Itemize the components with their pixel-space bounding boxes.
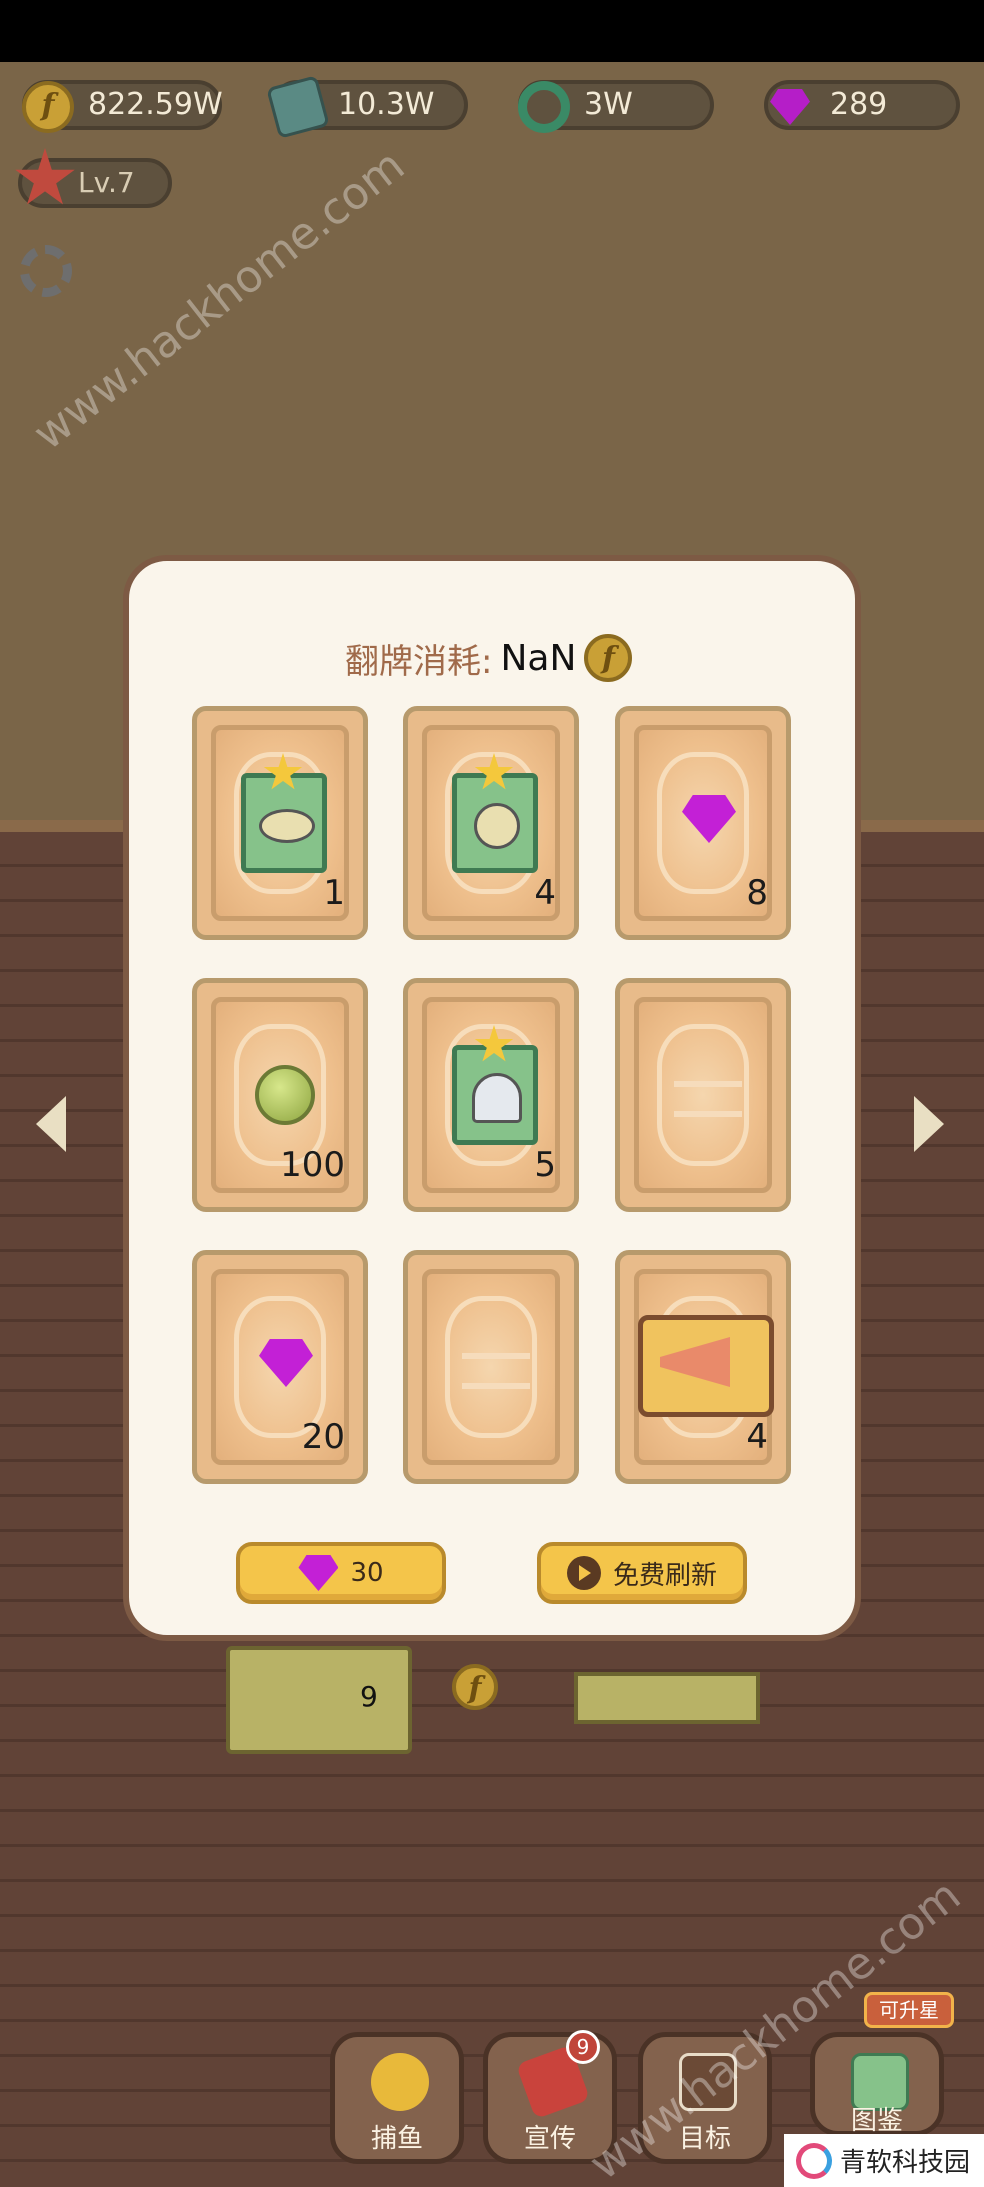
logo-icon <box>796 2142 832 2179</box>
pufferfish-icon <box>474 803 520 849</box>
card-3[interactable]: 8 <box>615 706 791 940</box>
card-count: 4 <box>534 873 556 913</box>
card-back-emblem-icon <box>462 1353 530 1389</box>
card-back-emblem-icon <box>674 1081 742 1117</box>
card-1[interactable]: 1 <box>192 706 368 940</box>
rings-counter[interactable]: 3W <box>518 80 714 133</box>
gem-refresh-button[interactable]: 30 <box>236 1542 446 1604</box>
gem-icon <box>298 1555 339 1591</box>
logo-text: 青软科技园 <box>840 2148 971 2178</box>
rings-value: 3W <box>584 87 633 122</box>
card-7[interactable]: 20 <box>192 1250 368 1484</box>
free-refresh-button[interactable]: 免费刷新 <box>537 1542 747 1604</box>
nav-book-label: 图鉴 <box>850 2106 903 2136</box>
settings-gear-icon[interactable] <box>20 245 72 297</box>
flip-cost-value: NaN <box>500 637 577 679</box>
nav-book-button[interactable]: 图鉴 <box>810 2032 944 2136</box>
cash-counter[interactable]: 10.3W <box>266 75 468 139</box>
jellyfish-icon <box>472 1073 522 1123</box>
site-logo: 青软科技园 <box>784 2134 984 2187</box>
submarine-icon <box>371 2053 429 2111</box>
status-bar <box>0 0 984 62</box>
fish-rug[interactable] <box>226 1646 412 1754</box>
empty-rug[interactable] <box>574 1672 760 1724</box>
gem-icon <box>764 81 816 133</box>
flip-cost-row: 翻牌消耗: NaN f <box>345 628 633 688</box>
card-count: 100 <box>280 1145 345 1185</box>
coins-counter[interactable]: f 822.59W <box>22 80 223 133</box>
card-6-face-down[interactable] <box>615 978 791 1212</box>
gems-counter[interactable]: 289 <box>764 80 960 130</box>
card-count: 5 <box>534 1145 556 1185</box>
card-count: 8 <box>746 873 768 913</box>
card-2[interactable]: 4 <box>403 706 579 940</box>
coins-value: 822.59W <box>88 87 223 122</box>
card-count: 20 <box>301 1417 345 1457</box>
floor-coin-icon[interactable]: f <box>452 1664 498 1710</box>
cash-value: 10.3W <box>338 87 435 122</box>
free-refresh-label: 免费刷新 <box>612 1560 717 1591</box>
card-4[interactable]: 100 <box>192 978 368 1212</box>
gem-refresh-cost: 30 <box>350 1558 384 1588</box>
card-count: 1 <box>323 873 345 913</box>
gems-value: 289 <box>830 87 888 122</box>
card-5[interactable]: 5 <box>403 978 579 1212</box>
card-count: 4 <box>746 1417 768 1457</box>
level-text: Lv.7 <box>78 166 135 199</box>
green-orb-icon <box>255 1065 315 1125</box>
nav-catch-fish-button[interactable]: 捕鱼 <box>330 2032 464 2164</box>
play-video-icon <box>566 1556 601 1590</box>
upgrade-star-tag: 可升星 <box>864 1992 954 2028</box>
striped-fish-icon <box>259 809 315 843</box>
ring-icon <box>518 81 570 133</box>
card-9[interactable]: 4 <box>615 1250 791 1484</box>
coin-icon: f <box>584 634 633 682</box>
promo-badge: 9 <box>566 2030 600 2064</box>
flip-cost-label: 翻牌消耗: <box>345 641 493 682</box>
coin-icon: f <box>22 81 74 133</box>
card-8-face-down[interactable] <box>403 1250 579 1484</box>
rug-count: 9 <box>360 1680 378 1713</box>
nav-catch-label: 捕鱼 <box>370 2124 423 2154</box>
